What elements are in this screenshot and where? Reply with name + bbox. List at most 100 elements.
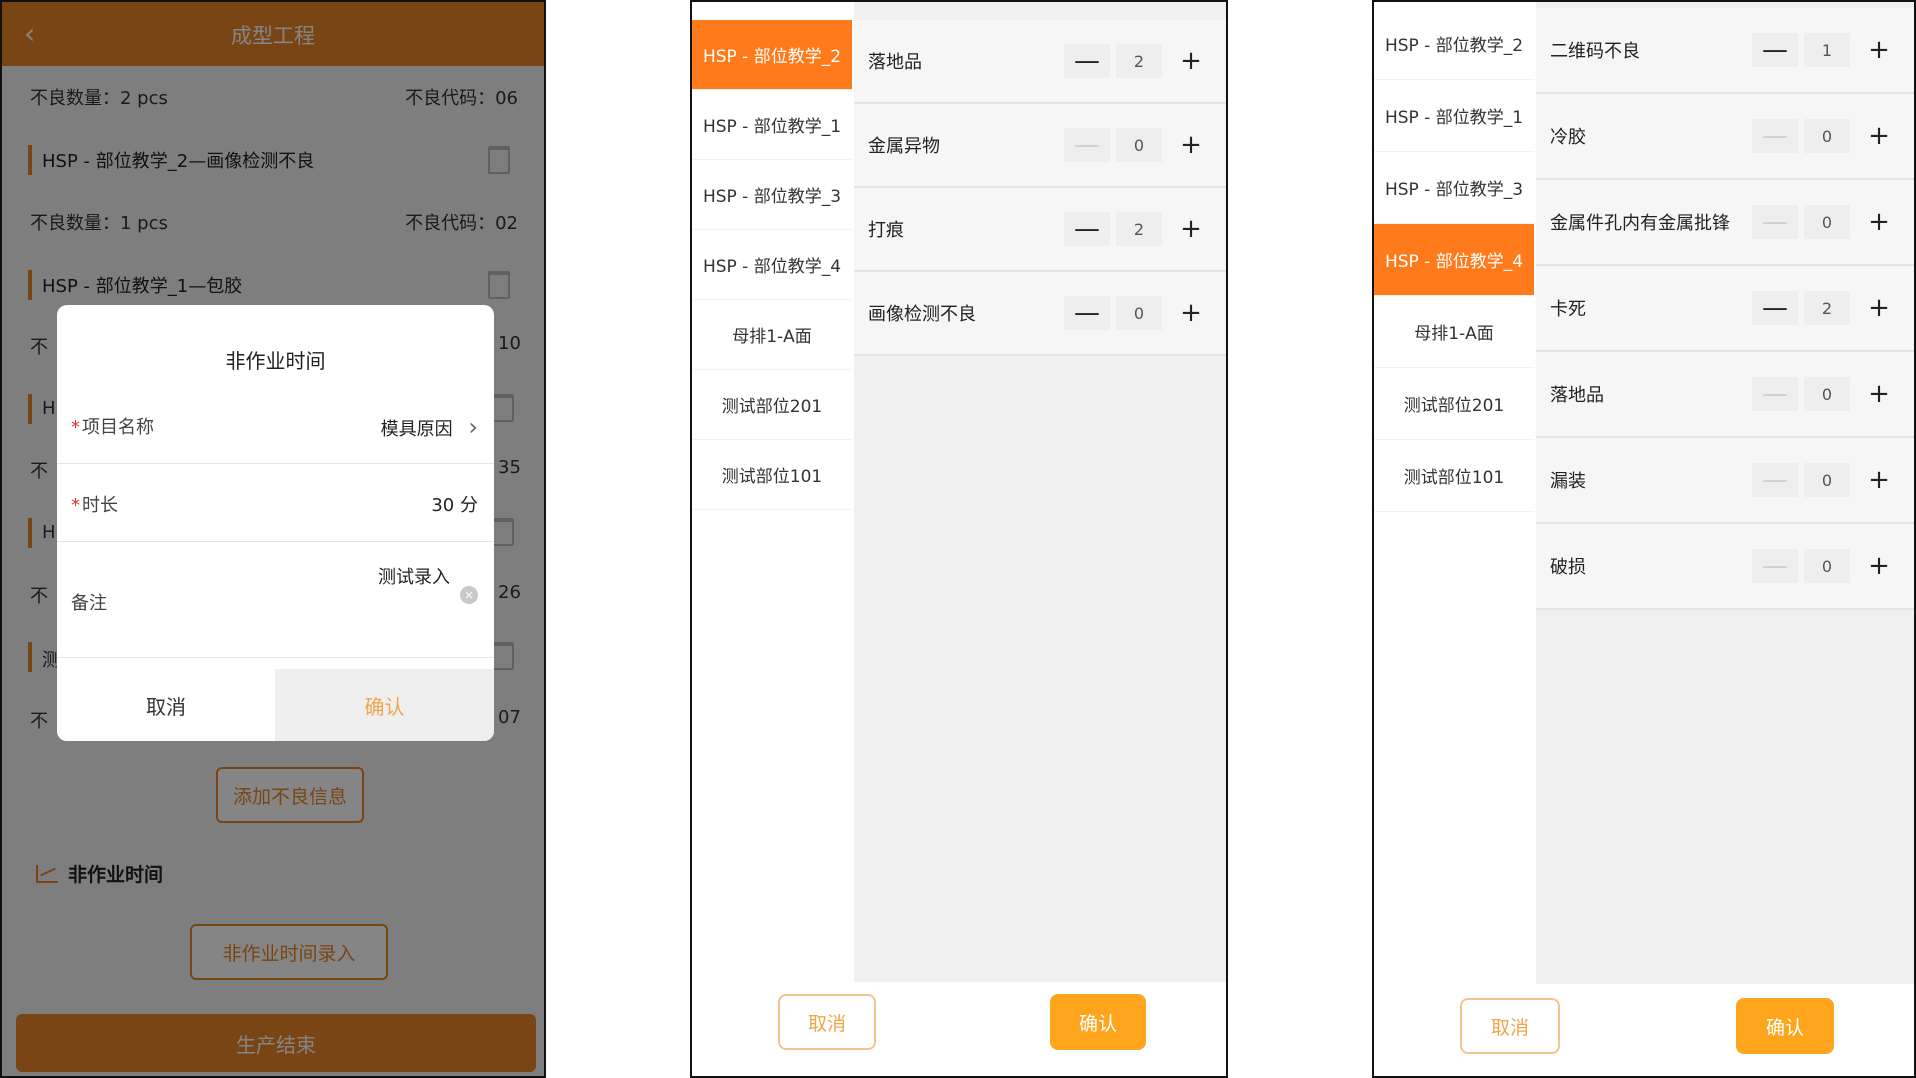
quantity-value[interactable]: 0: [1116, 296, 1162, 330]
quantity-stepper: — 1 +: [1752, 33, 1902, 67]
project-name-select[interactable]: 模具原因 ›: [381, 413, 478, 441]
defect-row: 落地品 — 2 +: [854, 20, 1226, 104]
minus-icon[interactable]: —: [1752, 33, 1798, 67]
defect-label: 画像检测不良: [868, 304, 976, 325]
plus-icon[interactable]: +: [1168, 296, 1214, 330]
phone-screen-defect-entry-2: HSP - 部位教学_2 HSP - 部位教学_1 HSP - 部位教学_3 H…: [1372, 0, 1916, 1078]
duration-label: * 时长: [71, 491, 118, 517]
quantity-stepper: — 0 +: [1752, 377, 1902, 411]
minus-icon[interactable]: —: [1064, 44, 1110, 78]
part-sidebar: HSP - 部位教学_2 HSP - 部位教学_1 HSP - 部位教学_3 H…: [1374, 2, 1534, 984]
minus-icon[interactable]: —: [1064, 296, 1110, 330]
project-name-label: * 项目名称: [71, 413, 154, 439]
quantity-value[interactable]: 1: [1804, 33, 1850, 67]
quantity-value[interactable]: 0: [1804, 119, 1850, 153]
quantity-value[interactable]: 2: [1804, 291, 1850, 325]
defect-label: 落地品: [1550, 385, 1604, 406]
sidebar-item-part[interactable]: 测试部位201: [1374, 368, 1534, 440]
quantity-value[interactable]: 2: [1116, 44, 1162, 78]
project-name-value: 模具原因: [380, 419, 453, 440]
divider: [57, 541, 494, 542]
quantity-value[interactable]: 0: [1804, 463, 1850, 497]
sidebar-item-part[interactable]: 测试部位101: [692, 440, 852, 510]
plus-icon[interactable]: +: [1856, 119, 1902, 153]
quantity-value[interactable]: 0: [1116, 128, 1162, 162]
minus-icon[interactable]: —: [1752, 549, 1798, 583]
cancel-button[interactable]: 取消: [57, 669, 275, 741]
part-sidebar: HSP - 部位教学_2 HSP - 部位教学_1 HSP - 部位教学_3 H…: [692, 2, 852, 982]
minus-icon[interactable]: —: [1752, 205, 1798, 239]
sidebar-item-part[interactable]: HSP - 部位教学_1: [692, 90, 852, 160]
remark-label: 备注: [71, 593, 107, 614]
quantity-stepper: — 0 +: [1064, 128, 1214, 162]
phone-screen-defect-entry-1: HSP - 部位教学_2 HSP - 部位教学_1 HSP - 部位教学_3 H…: [690, 0, 1228, 1078]
project-name-label-text: 项目名称: [82, 417, 154, 438]
sidebar-item-part[interactable]: HSP - 部位教学_4: [1374, 224, 1534, 296]
chevron-right-icon: ›: [468, 413, 478, 441]
defect-label: 金属异物: [868, 136, 940, 157]
quantity-stepper: — 2 +: [1752, 291, 1902, 325]
cancel-button[interactable]: 取消: [778, 994, 876, 1050]
sidebar-item-part[interactable]: HSP - 部位教学_3: [1374, 152, 1534, 224]
sidebar-item-part[interactable]: HSP - 部位教学_4: [692, 230, 852, 300]
quantity-stepper: — 2 +: [1064, 44, 1214, 78]
phone-screen-defect-summary: ‹ 成型工程 不良数量：2 pcs 不良代码：06 HSP - 部位教学_2—画…: [0, 0, 546, 1078]
defect-label: 落地品: [868, 52, 922, 73]
quantity-value[interactable]: 0: [1804, 377, 1850, 411]
quantity-value[interactable]: 2: [1116, 212, 1162, 246]
nonwork-time-dialog: 非作业时间 * 项目名称 模具原因 › * 时长 30 分 备注 测试录入 × 取消…: [57, 305, 494, 741]
minus-icon[interactable]: —: [1064, 128, 1110, 162]
defect-row: 金属件孔内有金属批锋 — 0 +: [1536, 180, 1914, 266]
sidebar-item-part[interactable]: 母排1-A面: [1374, 296, 1534, 368]
divider: [57, 657, 494, 658]
defect-row: 画像检测不良 — 0 +: [854, 272, 1226, 356]
plus-icon[interactable]: +: [1168, 128, 1214, 162]
quantity-stepper: — 0 +: [1752, 205, 1902, 239]
sidebar-item-part[interactable]: HSP - 部位教学_1: [1374, 80, 1534, 152]
quantity-stepper: — 0 +: [1752, 463, 1902, 497]
sidebar-item-part[interactable]: 母排1-A面: [692, 300, 852, 370]
minus-icon[interactable]: —: [1752, 119, 1798, 153]
minus-icon[interactable]: —: [1064, 212, 1110, 246]
plus-icon[interactable]: +: [1856, 377, 1902, 411]
duration-input[interactable]: 30 分: [431, 491, 478, 517]
duration-label-text: 时长: [82, 495, 118, 516]
defect-label: 金属件孔内有金属批锋: [1550, 213, 1730, 234]
clear-icon[interactable]: ×: [460, 586, 478, 604]
dialog-title: 非作业时间: [225, 349, 326, 373]
defect-row: 金属异物 — 0 +: [854, 104, 1226, 188]
required-mark: *: [71, 495, 80, 516]
defect-list-panel: 落地品 — 2 + 金属异物 — 0 + 打痕 — 2 + 画像检测不良 — 0…: [854, 2, 1226, 982]
confirm-button[interactable]: 确认: [275, 669, 494, 741]
quantity-value[interactable]: 0: [1804, 205, 1850, 239]
plus-icon[interactable]: +: [1168, 44, 1214, 78]
defect-label: 冷胶: [1550, 127, 1586, 148]
quantity-stepper: — 0 +: [1752, 119, 1902, 153]
plus-icon[interactable]: +: [1856, 549, 1902, 583]
minus-icon[interactable]: —: [1752, 291, 1798, 325]
confirm-button[interactable]: 确认: [1736, 998, 1834, 1054]
plus-icon[interactable]: +: [1856, 463, 1902, 497]
sidebar-item-part[interactable]: HSP - 部位教学_3: [692, 160, 852, 230]
defect-row: 打痕 — 2 +: [854, 188, 1226, 272]
defect-label: 二维码不良: [1550, 41, 1640, 62]
confirm-button[interactable]: 确认: [1050, 994, 1146, 1050]
sidebar-item-part[interactable]: HSP - 部位教学_2: [692, 20, 852, 90]
sidebar-item-part[interactable]: 测试部位201: [692, 370, 852, 440]
defect-label: 打痕: [868, 220, 904, 241]
plus-icon[interactable]: +: [1168, 212, 1214, 246]
divider: [57, 463, 494, 464]
plus-icon[interactable]: +: [1856, 291, 1902, 325]
sidebar-item-part[interactable]: 测试部位101: [1374, 440, 1534, 512]
plus-icon[interactable]: +: [1856, 33, 1902, 67]
defect-row: 漏装 — 0 +: [1536, 438, 1914, 524]
defect-label: 破损: [1550, 557, 1586, 578]
plus-icon[interactable]: +: [1856, 205, 1902, 239]
cancel-button[interactable]: 取消: [1460, 998, 1560, 1054]
sidebar-item-part[interactable]: HSP - 部位教学_2: [1374, 8, 1534, 80]
remark-textarea[interactable]: 测试录入: [378, 563, 450, 589]
quantity-value[interactable]: 0: [1804, 549, 1850, 583]
minus-icon[interactable]: —: [1752, 463, 1798, 497]
defect-row: 破损 — 0 +: [1536, 524, 1914, 610]
minus-icon[interactable]: —: [1752, 377, 1798, 411]
